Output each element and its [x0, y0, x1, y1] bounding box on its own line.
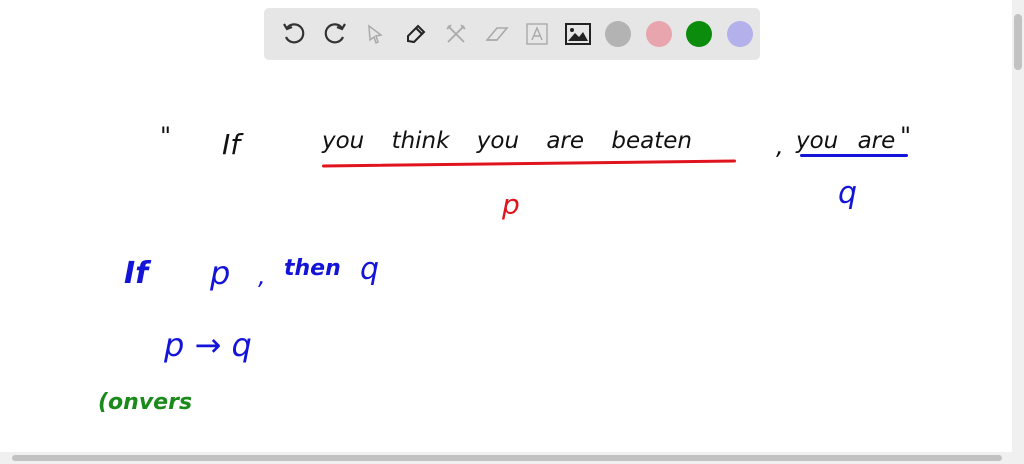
image-tool[interactable]	[558, 14, 599, 54]
if-line-p: p	[210, 254, 231, 292]
shapes-tool[interactable]	[436, 14, 477, 54]
drawing-toolbar	[264, 8, 760, 60]
horizontal-scroll-thumb[interactable]	[12, 455, 1002, 461]
select-tool[interactable]	[355, 14, 396, 54]
pen-icon	[406, 24, 426, 44]
text-tool[interactable]	[517, 14, 558, 54]
horizontal-scrollbar[interactable]	[0, 452, 1024, 464]
if-line-comma: ,	[258, 262, 266, 290]
p-clause-text: you think you are beaten	[322, 128, 692, 154]
color-pink[interactable]	[639, 14, 680, 54]
redo-button[interactable]	[315, 14, 356, 54]
text-icon	[526, 23, 548, 45]
color-swatch-lavender	[726, 21, 753, 47]
q-label: q	[838, 176, 858, 211]
q-underline	[800, 154, 908, 157]
color-swatch-gray	[605, 21, 632, 47]
eraser-icon	[485, 27, 509, 41]
q-clause-text: you are	[796, 128, 896, 154]
vertical-scrollbar[interactable]	[1012, 0, 1024, 452]
if-line-then: then	[284, 256, 341, 281]
select-icon	[368, 24, 384, 45]
vertical-scroll-thumb[interactable]	[1014, 14, 1022, 70]
implication-expression: p → q	[164, 326, 252, 364]
redo-icon	[324, 23, 346, 44]
converse-text: (onvers	[98, 390, 193, 415]
pen-tool[interactable]	[396, 14, 437, 54]
p-underline	[321, 159, 737, 168]
color-green[interactable]	[679, 14, 720, 54]
undo-icon	[283, 23, 305, 44]
color-lavender[interactable]	[720, 14, 761, 54]
if-line-q: q	[360, 252, 380, 287]
tools-icon	[446, 24, 466, 43]
if-word: If	[222, 128, 241, 161]
undo-button[interactable]	[274, 14, 315, 54]
color-swatch-green	[686, 21, 713, 47]
eraser-tool[interactable]	[477, 14, 518, 54]
p-label: p	[502, 188, 520, 221]
color-gray[interactable]	[598, 14, 639, 54]
image-icon	[564, 23, 591, 45]
quote-open: "	[160, 122, 172, 150]
quote-close: "	[900, 122, 912, 150]
comma: ,	[776, 132, 784, 160]
color-swatch-pink	[645, 21, 672, 47]
if-line-if: If	[124, 256, 149, 291]
